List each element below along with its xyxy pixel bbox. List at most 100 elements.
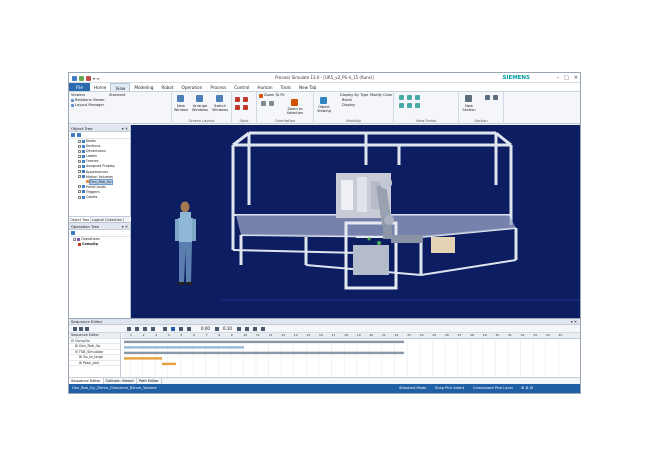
current-time[interactable]: 0.00	[201, 326, 210, 332]
expand-icon[interactable]	[73, 237, 76, 241]
tab-process[interactable]: Process	[206, 83, 230, 91]
view-point-icon[interactable]	[407, 103, 412, 108]
expand-icon[interactable]	[78, 195, 81, 199]
visibility-group-label: Visibility	[345, 119, 362, 123]
tool-icon[interactable]	[237, 327, 241, 331]
standard-dropdown[interactable]: Standard	[109, 93, 125, 98]
zoom-to-selection-button[interactable]: Zoom to Selection	[283, 107, 307, 115]
expand-icon[interactable]	[78, 175, 81, 179]
zoom-to-fit-icon	[259, 94, 263, 98]
close-button[interactable]: ✕	[574, 74, 578, 82]
tool-icon[interactable]	[261, 327, 265, 331]
expand-icon[interactable]	[78, 170, 81, 174]
operation-bar[interactable]	[162, 362, 176, 366]
expand-icon[interactable]	[78, 149, 81, 153]
zoom-to-fit-button[interactable]: Zoom To Fit	[264, 93, 285, 98]
folder-icon	[82, 195, 85, 199]
status-object-name: Gen_Rob_Op_25mm_Clearance_85mm_Volume	[72, 386, 157, 390]
expand-icon[interactable]	[78, 190, 81, 194]
expand-icon[interactable]	[78, 154, 81, 158]
hidden-lines-style-icon[interactable]	[243, 105, 248, 110]
tool-icon[interactable]	[143, 327, 147, 331]
tree-item[interactable]: Cables	[78, 195, 130, 200]
zoom-to-selection-icon	[291, 99, 298, 106]
status-pick-level[interactable]: Component Pick Level	[473, 384, 513, 393]
tab-tools[interactable]: Tools	[277, 83, 295, 91]
play-back-icon[interactable]	[85, 327, 89, 331]
status-bar: Gen_Rob_Op_25mm_Clearance_85mm_Volume St…	[69, 384, 580, 393]
gantt-chart[interactable]: 1 2 3 4 5 6 7 8 9 10 11 12 13 14 15 16 17 18 19 20 21 22 23 24 2…	[122, 333, 580, 377]
expand-icon[interactable]	[78, 185, 81, 189]
tree-item-compop[interactable]: CompOp	[73, 242, 130, 247]
expand-icon[interactable]	[78, 159, 81, 163]
time-interval[interactable]: 0.10	[223, 326, 232, 332]
shaded-style-icon[interactable]	[235, 97, 240, 102]
view-point-icon[interactable]	[415, 103, 420, 108]
step-back-icon[interactable]	[79, 327, 83, 331]
time-settings-icon[interactable]	[215, 327, 219, 331]
tab-file[interactable]: File	[69, 83, 91, 91]
expand-icon[interactable]	[78, 144, 81, 148]
tab-control[interactable]: Control	[230, 83, 253, 91]
new-window-button[interactable]: New Window	[172, 104, 190, 112]
tool-icon[interactable]	[253, 327, 257, 331]
status-snap[interactable]: Snap Pick Intent	[435, 384, 464, 393]
switch-windows-icon	[216, 95, 223, 102]
fast-forward-icon[interactable]	[187, 327, 191, 331]
section-group-label: Section	[474, 119, 488, 123]
graphic-viewer[interactable]	[131, 125, 580, 318]
tree-filter-icon[interactable]	[71, 231, 75, 235]
tool-icon[interactable]	[151, 327, 155, 331]
tab-view[interactable]: View	[110, 83, 131, 91]
view-point-icon[interactable]	[399, 103, 404, 108]
tab-modeling[interactable]: Modeling	[130, 83, 157, 91]
folder-icon	[82, 170, 85, 174]
tool-icon[interactable]	[127, 327, 131, 331]
step-forward-icon[interactable]	[179, 327, 183, 331]
tab-human[interactable]: Human	[253, 83, 276, 91]
tree-filter-icon[interactable]	[71, 133, 75, 137]
sequence-row[interactable]: ⊞ Pose_pick	[69, 361, 120, 366]
view-cube-icon[interactable]	[261, 101, 266, 106]
pause-icon[interactable]	[163, 327, 167, 331]
status-mode[interactable]: Standard Mode	[399, 384, 426, 393]
panel-pin-icon[interactable]: ▾ ✕	[122, 223, 128, 230]
maximize-button[interactable]: □	[564, 74, 569, 82]
switch-windows-button[interactable]: Switch Windows	[211, 104, 229, 112]
object-viewing-button[interactable]: Object Viewing	[314, 105, 334, 113]
tab-robot[interactable]: Robot	[157, 83, 177, 91]
expand-icon[interactable]	[78, 139, 81, 143]
operation-bar[interactable]	[124, 351, 404, 355]
tab-new-tab[interactable]: New Tab	[295, 83, 321, 91]
view-point-icon[interactable]	[415, 95, 420, 100]
expand-icon[interactable]	[78, 164, 81, 168]
panel-pin-icon[interactable]: ▾ ✕	[122, 125, 128, 132]
tool-icon[interactable]	[135, 327, 139, 331]
display-button[interactable]: Display	[342, 103, 355, 108]
section-tool-icon[interactable]	[493, 95, 498, 100]
folder-icon	[82, 159, 85, 163]
new-section-button[interactable]: New Section	[459, 104, 479, 112]
ribbon-group-style: Style	[232, 92, 257, 124]
minimize-button[interactable]: –	[557, 74, 560, 82]
tool-icon[interactable]	[245, 327, 249, 331]
ribbon-group-section: New Section Section	[459, 92, 504, 124]
operation-bar[interactable]	[124, 340, 404, 344]
modify-color-button[interactable]: Modify Color	[370, 93, 392, 98]
wireframe-style-icon[interactable]	[243, 97, 248, 102]
section-tool-icon[interactable]	[485, 95, 490, 100]
folder-icon	[82, 154, 85, 158]
view-point-icon[interactable]	[407, 95, 412, 100]
tree-options-icon[interactable]	[77, 133, 81, 137]
operation-bar[interactable]	[124, 346, 244, 349]
rewind-icon[interactable]	[73, 327, 77, 331]
play-icon[interactable]	[171, 327, 175, 331]
operation-bar[interactable]	[124, 357, 162, 360]
view-point-icon[interactable]	[399, 95, 404, 100]
rotate-view-icon[interactable]	[269, 101, 274, 106]
tab-operation[interactable]: Operation	[178, 83, 207, 91]
tab-home[interactable]: Home	[90, 83, 110, 91]
shaded-edges-style-icon[interactable]	[235, 105, 240, 110]
layout-manager-button[interactable]: Layout Manager	[75, 103, 104, 108]
arrange-windows-button[interactable]: Arrange Windows	[191, 104, 209, 112]
